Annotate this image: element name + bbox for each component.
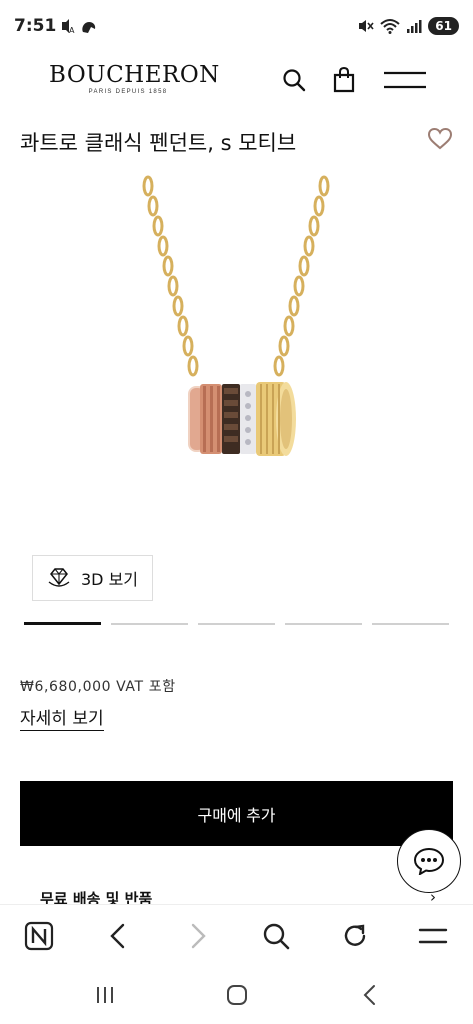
bag-icon — [333, 67, 355, 93]
gallery-pager — [24, 622, 449, 626]
heart-icon — [427, 127, 453, 150]
add-to-cart-button[interactable]: 구매에 추가 — [20, 781, 453, 846]
search-icon — [283, 69, 306, 92]
status-left-icons: A — [60, 17, 98, 35]
browser-toolbar — [0, 904, 473, 966]
main-menu-button[interactable] — [383, 66, 427, 94]
search-icon — [263, 923, 290, 950]
search-button[interactable] — [281, 66, 307, 94]
pager-segment-1[interactable] — [24, 622, 101, 625]
notification-icon — [82, 22, 96, 33]
mute-icon — [359, 20, 374, 32]
chat-button[interactable] — [397, 829, 461, 893]
logo-wordmark: BOUCHERON — [49, 62, 220, 88]
battery-indicator: 61 — [428, 17, 459, 35]
logo-tagline: PARIS DEPUIS 1858 — [88, 89, 168, 95]
browser-search-button[interactable] — [260, 920, 292, 952]
system-back-button[interactable] — [355, 982, 385, 1008]
view-3d-button[interactable]: 3D 보기 — [32, 555, 153, 601]
recent-apps-icon — [97, 987, 113, 1003]
shopping-bag-button[interactable] — [331, 66, 357, 94]
wishlist-button[interactable] — [427, 126, 453, 152]
home-button[interactable] — [222, 982, 252, 1008]
details-link[interactable]: 자세히 보기 — [20, 704, 104, 731]
product-title-row: 콰트로 클래식 펜던트, s 모티브 — [0, 124, 473, 160]
home-icon — [227, 985, 247, 1005]
signal-icon — [407, 20, 422, 33]
shipping-accordion[interactable]: 무료 배송 및 반품 › — [40, 888, 440, 904]
wifi-icon — [380, 19, 400, 34]
no-sound-icon: A — [62, 19, 75, 34]
product-title: 콰트로 클래식 펜던트, s 모티브 — [20, 131, 297, 155]
status-time: 7:51 — [14, 16, 57, 36]
back-icon — [363, 985, 375, 1005]
status-bar: 7:51 A 61 — [0, 0, 473, 52]
forward-icon — [191, 923, 206, 949]
android-navigation-bar — [0, 966, 473, 1024]
diamond-360-icon — [48, 568, 70, 587]
browser-reload-button[interactable] — [339, 920, 371, 952]
pager-segment-5[interactable] — [372, 623, 449, 625]
pager-segment-3[interactable] — [198, 623, 275, 625]
browser-forward-button[interactable] — [182, 920, 214, 952]
chat-bubble-icon — [413, 847, 445, 875]
browser-home-button[interactable] — [23, 920, 55, 952]
site-header: BOUCHERON PARIS DEPUIS 1858 — [0, 52, 473, 108]
back-icon — [110, 923, 125, 949]
svg-text:A: A — [69, 26, 75, 34]
pendant-image — [142, 175, 330, 456]
recent-apps-button[interactable] — [90, 982, 120, 1008]
product-image[interactable] — [100, 172, 380, 472]
brand-logo[interactable]: BOUCHERON PARIS DEPUIS 1858 — [49, 62, 220, 95]
status-right-icons: 61 — [358, 17, 459, 35]
menu-icon — [418, 928, 448, 944]
browser-menu-button[interactable] — [417, 920, 449, 952]
n-home-icon — [24, 921, 54, 951]
menu-icon — [384, 71, 426, 89]
pager-segment-2[interactable] — [111, 623, 188, 625]
view-3d-label: 3D 보기 — [81, 570, 139, 589]
reload-icon — [344, 924, 366, 946]
browser-back-button[interactable] — [102, 920, 134, 952]
pager-segment-4[interactable] — [285, 623, 362, 625]
product-price: ₩6,680,000 VAT 포함 — [20, 679, 176, 695]
shipping-label: 무료 배송 및 반품 — [40, 890, 153, 904]
